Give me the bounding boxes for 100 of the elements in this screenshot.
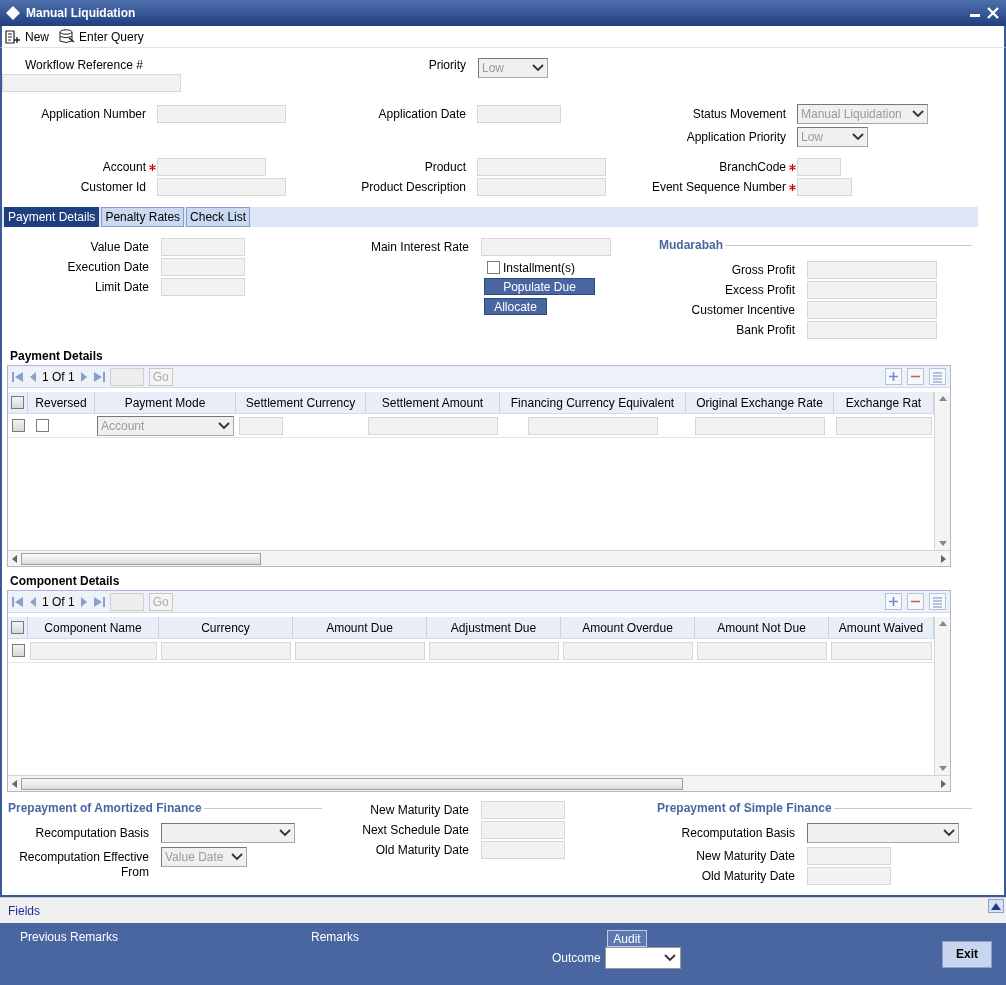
vertical-scrollbar[interactable] <box>934 392 950 550</box>
horizontal-scrollbar[interactable] <box>8 775 950 791</box>
column-header: Amount Due <box>293 617 427 638</box>
input-field[interactable] <box>2 74 181 92</box>
page-input[interactable] <box>109 367 144 386</box>
first-page-icon[interactable] <box>12 595 24 608</box>
expand-button[interactable] <box>988 899 1004 913</box>
vertical-scrollbar[interactable] <box>934 617 950 775</box>
input-field[interactable] <box>481 801 565 819</box>
checkbox[interactable] <box>36 419 49 432</box>
input-field[interactable] <box>161 238 245 256</box>
column-header: Adjustment Due <box>427 617 561 638</box>
input-field[interactable] <box>477 158 606 176</box>
input-field[interactable] <box>239 416 283 435</box>
checkbox[interactable] <box>487 261 500 274</box>
remarks-label: Remarks <box>311 930 360 946</box>
input-field[interactable] <box>807 261 937 279</box>
input-field[interactable] <box>161 278 245 296</box>
input-field[interactable] <box>477 105 561 123</box>
enter-query-button[interactable]: Enter Query <box>59 29 144 44</box>
scroll-right-icon[interactable] <box>941 779 946 788</box>
populate-due-button[interactable]: Populate Due <box>484 278 595 295</box>
list-icon[interactable] <box>929 368 946 385</box>
new-button[interactable]: New <box>5 29 49 44</box>
input-field[interactable] <box>695 416 825 435</box>
horizontal-scrollbar[interactable] <box>8 550 950 566</box>
input-field[interactable] <box>295 641 425 660</box>
remove-icon[interactable] <box>907 593 924 610</box>
tab[interactable]: Penalty Rates <box>101 207 185 227</box>
exit-button[interactable]: Exit <box>942 940 992 968</box>
input-field[interactable] <box>807 847 891 865</box>
input-field[interactable] <box>797 178 852 196</box>
remove-icon[interactable] <box>907 368 924 385</box>
page-input[interactable] <box>109 592 144 611</box>
input-field[interactable] <box>697 641 827 660</box>
select-all-checkbox[interactable] <box>11 621 24 634</box>
add-icon[interactable] <box>885 593 902 610</box>
select-all-checkbox[interactable] <box>11 396 24 409</box>
column-header: Settlement Currency <box>236 392 366 413</box>
input-field[interactable] <box>797 158 841 176</box>
input-field[interactable] <box>157 105 286 123</box>
input-field[interactable] <box>481 841 565 859</box>
required-icon <box>149 163 156 171</box>
column-header: Amount Overdue <box>561 617 695 638</box>
input-field[interactable] <box>161 258 245 276</box>
input-field[interactable] <box>368 416 498 435</box>
first-page-icon[interactable] <box>12 370 24 383</box>
scroll-up-icon[interactable] <box>938 396 947 401</box>
input-field[interactable] <box>807 867 891 885</box>
input-field[interactable] <box>429 641 559 660</box>
tab[interactable]: Check List <box>186 207 251 227</box>
input-field[interactable] <box>30 641 157 660</box>
field-label: Product <box>424 160 466 174</box>
row-checkbox[interactable] <box>11 644 25 657</box>
input-field[interactable] <box>836 416 932 435</box>
allocate-button[interactable]: Allocate <box>484 298 547 315</box>
scroll-up-icon[interactable] <box>938 621 947 626</box>
input-field[interactable] <box>157 178 286 196</box>
add-icon[interactable] <box>885 368 902 385</box>
field-label: Next Schedule Date <box>361 822 470 838</box>
previous-page-icon[interactable] <box>29 370 37 383</box>
input-field[interactable] <box>161 641 291 660</box>
previous-page-icon[interactable] <box>29 595 37 608</box>
last-page-icon[interactable] <box>92 595 105 608</box>
scroll-left-icon[interactable] <box>12 554 17 563</box>
field-label: Old Maturity Date <box>700 868 795 884</box>
input-field[interactable] <box>157 158 266 176</box>
tab[interactable]: Payment Details <box>4 207 100 227</box>
input-field[interactable] <box>528 416 658 435</box>
input-field[interactable] <box>481 238 611 256</box>
input-field[interactable] <box>807 301 937 319</box>
field-label: Priority <box>428 58 466 72</box>
section-title: Component Details <box>9 574 121 588</box>
fields-link[interactable]: Fields <box>8 903 40 918</box>
input-field[interactable] <box>807 281 937 299</box>
scroll-down-icon[interactable] <box>938 766 947 771</box>
column-header: Currency <box>159 617 293 638</box>
dropdown[interactable] <box>161 823 295 843</box>
input-field[interactable] <box>477 178 606 196</box>
next-page-icon[interactable] <box>79 595 88 608</box>
dropdown[interactable] <box>807 823 959 843</box>
scroll-down-icon[interactable] <box>938 541 947 546</box>
window-title: Manual Liquidation <box>26 6 136 20</box>
last-page-icon[interactable] <box>92 370 105 383</box>
outcome-dropdown[interactable] <box>604 947 681 969</box>
scroll-left-icon[interactable] <box>12 779 17 788</box>
input-field[interactable] <box>481 821 565 839</box>
list-icon[interactable] <box>929 593 946 610</box>
input-field[interactable] <box>831 641 932 660</box>
input-field[interactable] <box>807 321 937 339</box>
column-header: Amount Not Due <box>695 617 829 638</box>
required-icon <box>789 183 796 191</box>
input-field[interactable] <box>563 641 693 660</box>
field-label: Customer Id <box>80 180 146 194</box>
audit-button[interactable]: Audit <box>607 930 647 947</box>
row-checkbox[interactable] <box>11 419 25 432</box>
next-page-icon[interactable] <box>79 370 88 383</box>
scroll-right-icon[interactable] <box>941 554 946 563</box>
column-header: Payment Mode <box>95 392 236 413</box>
close-icon[interactable] <box>986 6 1000 20</box>
